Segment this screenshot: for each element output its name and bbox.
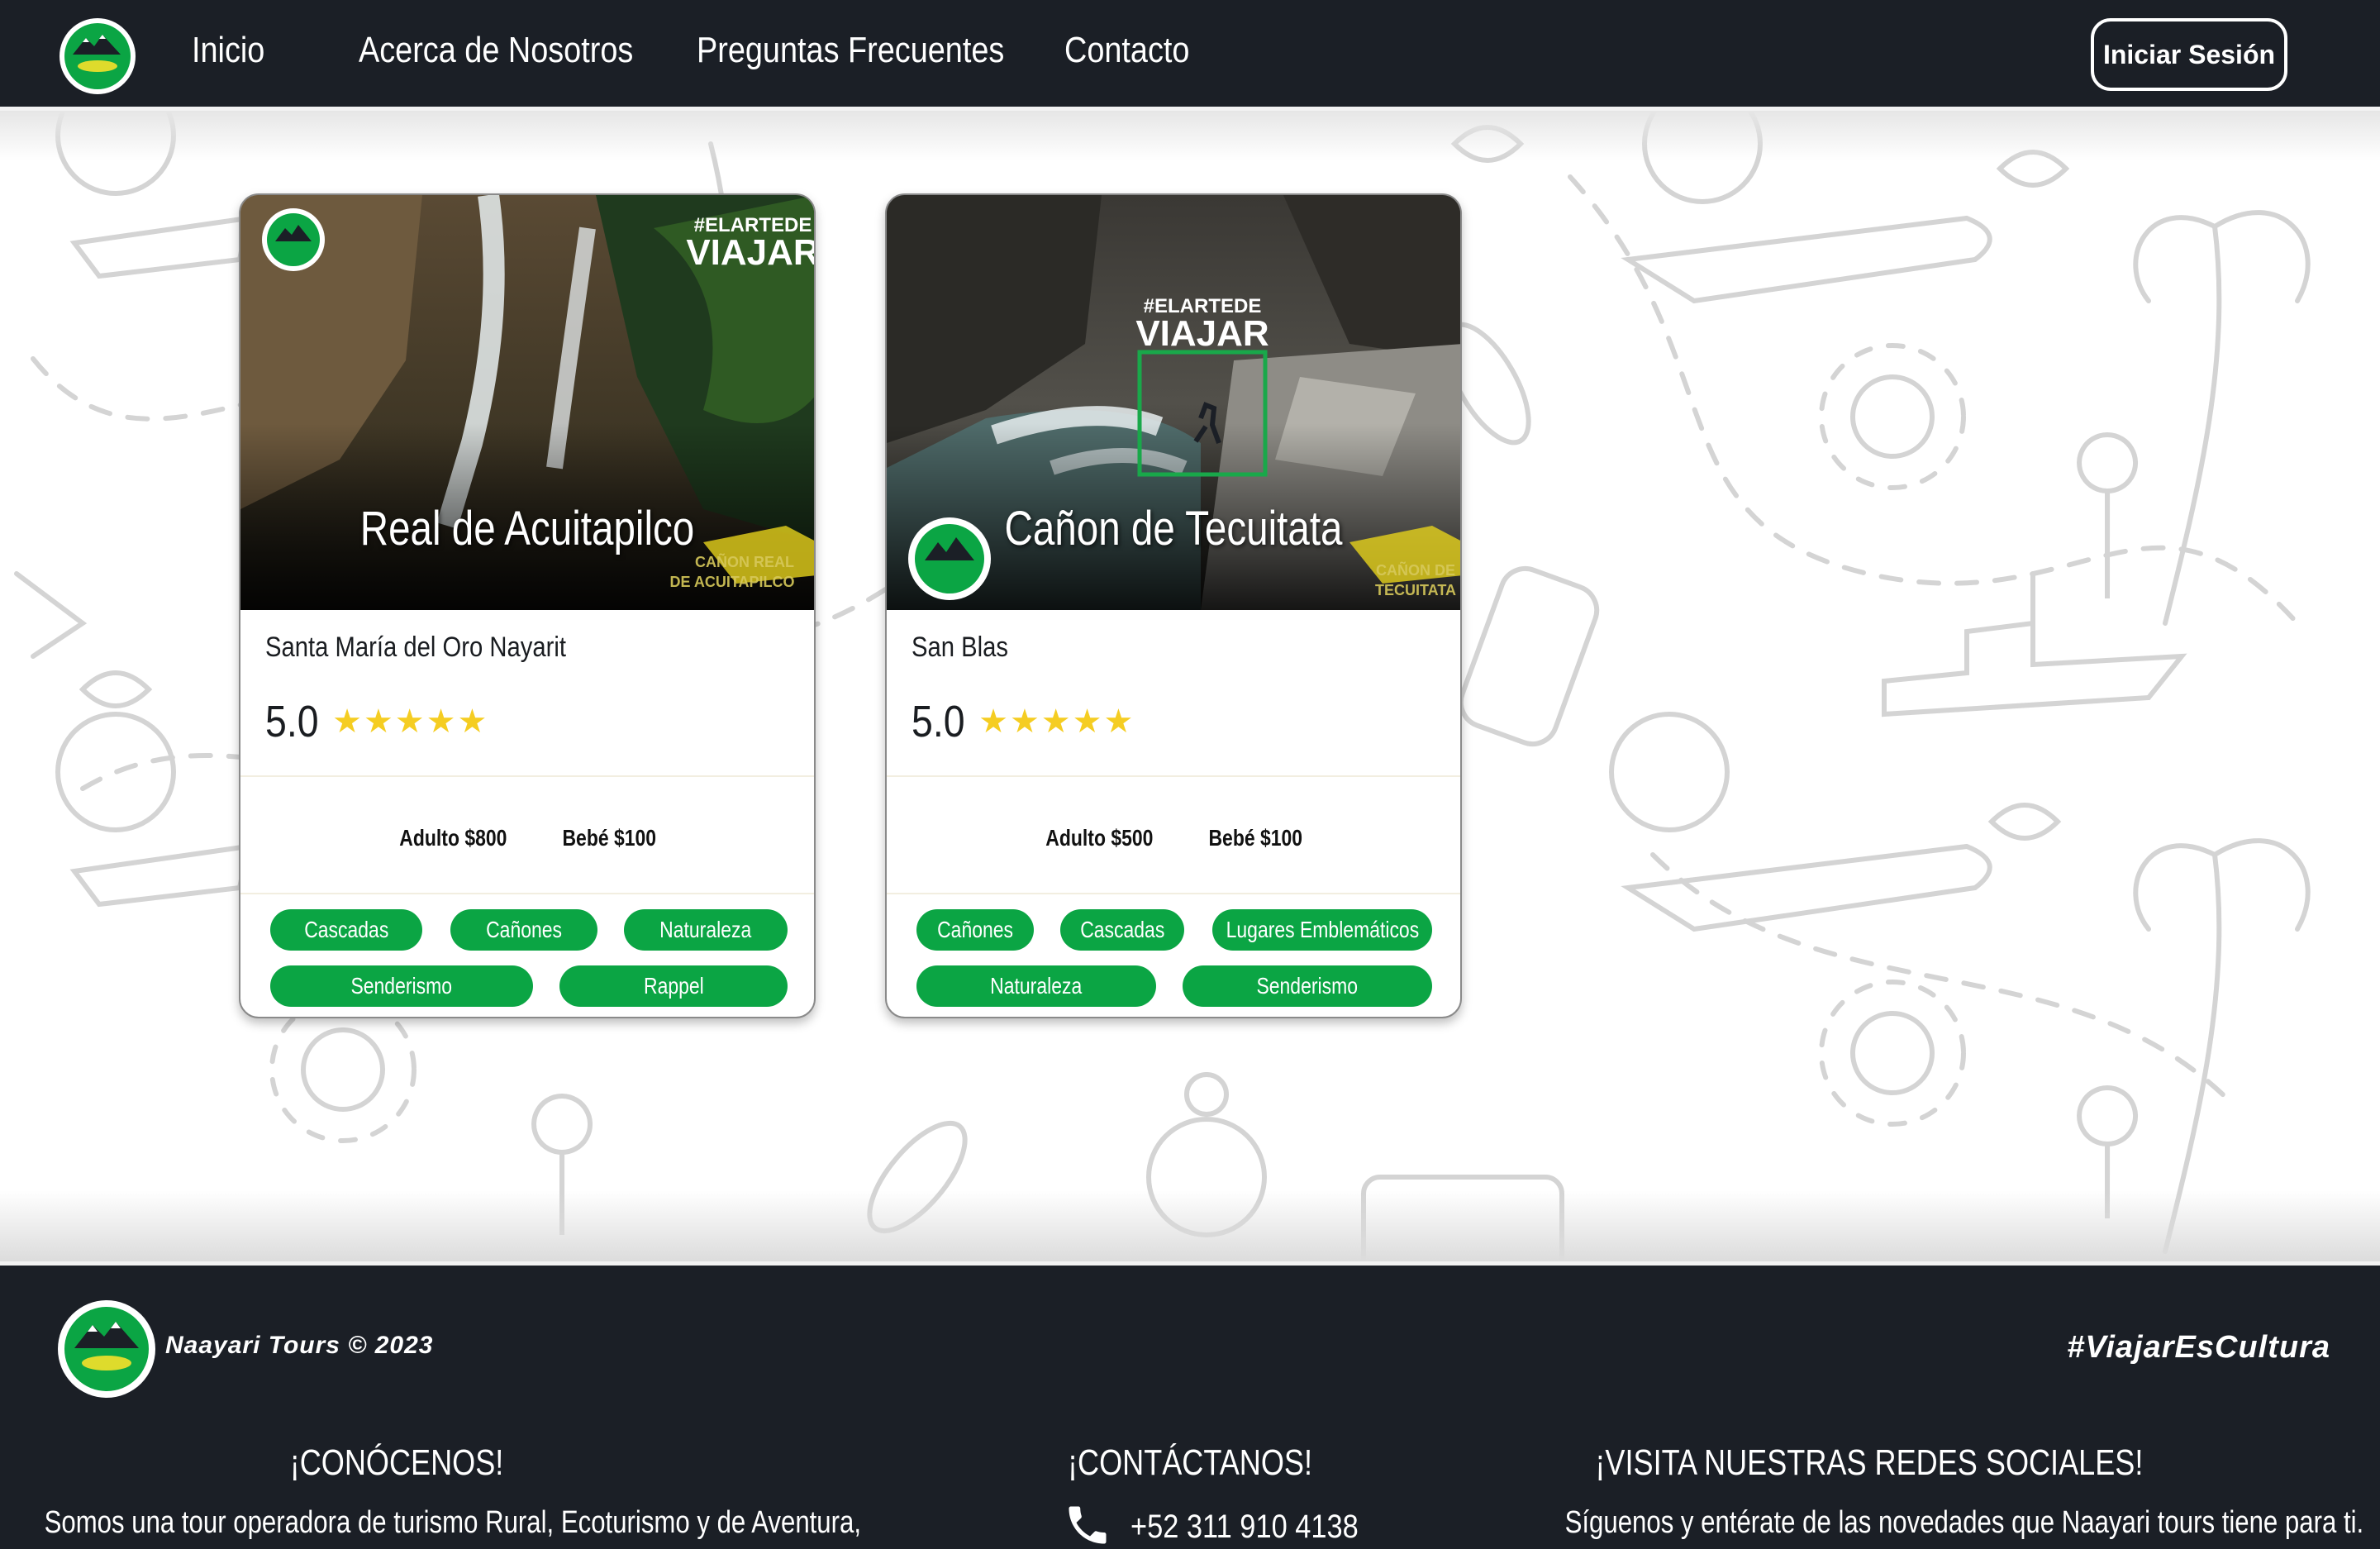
phone-number: +52 311 910 4138 [1130, 1509, 1359, 1545]
about-text: Somos una tour operadora de turismo Rura… [44, 1505, 862, 1540]
rating-stars-icon: ★★★★★ [332, 703, 489, 740]
tag-naturaleza[interactable]: Naturaleza [624, 909, 788, 951]
nav-link-acerca[interactable]: Acerca de Nosotros [359, 30, 633, 71]
tag-lugares-emblematicos[interactable]: Lugares Emblemáticos [1212, 909, 1432, 951]
nav-link-contacto[interactable]: Contacto [1064, 30, 1189, 71]
price-baby: Bebé $100 [562, 825, 657, 851]
price-baby: Bebé $100 [1208, 825, 1303, 851]
tour-title: Real de Acuitapilco [359, 502, 695, 555]
about-heading: ¡CONÓCENOS! [289, 1442, 504, 1483]
card-divider [887, 893, 1460, 894]
image-caption-top: CAÑON DE [1376, 561, 1455, 579]
rating-value: 5.0 [912, 697, 965, 746]
tag-senderismo[interactable]: Senderismo [1183, 965, 1432, 1007]
tour-card-tecuitata[interactable]: #ELARTEDE VIAJAR CAÑON DE TECUITATA Caño… [885, 193, 1462, 1018]
naayari-logo-icon[interactable] [58, 17, 137, 96]
tour-rating: 5.0 ★★★★★ [912, 696, 1135, 747]
social-heading: ¡VISITA NUESTRAS REDES SOCIALES! [1595, 1442, 2144, 1483]
price-adult: Adulto $800 [399, 825, 507, 851]
card-divider [887, 775, 1460, 777]
tour-location: Santa María del Oro Nayarit [265, 632, 567, 663]
card-logo-icon [262, 208, 325, 271]
tour-prices: Adulto $800 Bebé $100 [240, 825, 814, 851]
image-caption-bottom: DE ACUITAPILCO [670, 574, 795, 590]
price-adult: Adulto $500 [1045, 825, 1154, 851]
tag-senderismo[interactable]: Senderismo [270, 965, 533, 1007]
content-bottom-shadow [0, 1190, 2380, 1261]
tour-rating: 5.0 ★★★★★ [265, 696, 488, 747]
tag-naturaleza[interactable]: Naturaleza [916, 965, 1156, 1007]
social-text: Síguenos y entérate de las novedades que… [1564, 1505, 2364, 1540]
nav-link-inicio[interactable]: Inicio [192, 30, 264, 71]
sun-icon [1819, 343, 1966, 490]
contact-heading: ¡CONTÁCTANOS! [1068, 1442, 1312, 1483]
tour-title: Cañon de Tecuitata [1004, 502, 1343, 555]
footer-hashtag: #ViajarEsCultura [2067, 1330, 2330, 1365]
rating-value: 5.0 [265, 697, 319, 746]
content-top-shadow [0, 111, 2380, 160]
hashtag-bottom: VIAJAR [686, 232, 816, 273]
nav-link-faq[interactable]: Preguntas Frecuentes [697, 30, 1004, 71]
tour-card-acuitapilco[interactable]: #ELARTEDE VIAJAR CAÑON REAL DE ACUITAPIL… [239, 193, 816, 1018]
card-divider [240, 775, 814, 777]
tag-cascadas[interactable]: Cascadas [1060, 909, 1184, 951]
tour-location: San Blas [912, 632, 1009, 663]
tag-canones[interactable]: Cañones [916, 909, 1034, 951]
top-navbar: Inicio Acerca de Nosotros Preguntas Frec… [0, 0, 2380, 111]
login-button[interactable]: Iniciar Sesión [2091, 18, 2287, 91]
rating-stars-icon: ★★★★★ [978, 703, 1135, 740]
tour-prices: Adulto $500 Bebé $100 [887, 825, 1460, 851]
naayari-footer-logo-icon [56, 1299, 157, 1399]
phone-contact[interactable]: +52 311 910 4138 [1063, 1500, 1396, 1554]
tag-cascadas[interactable]: Cascadas [270, 909, 422, 951]
site-footer: Naayari Tours © 2023 #ViajarEsCultura ¡C… [0, 1261, 2380, 1549]
image-caption-bottom: TECUITATA [1375, 582, 1456, 598]
hashtag-bottom: VIAJAR [1135, 313, 1269, 354]
tag-rappel[interactable]: Rappel [559, 965, 788, 1007]
footer-brand: Naayari Tours © 2023 [165, 1332, 434, 1359]
tag-canones[interactable]: Cañones [450, 909, 597, 951]
phone-icon [1063, 1500, 1112, 1554]
card-divider [240, 893, 814, 894]
